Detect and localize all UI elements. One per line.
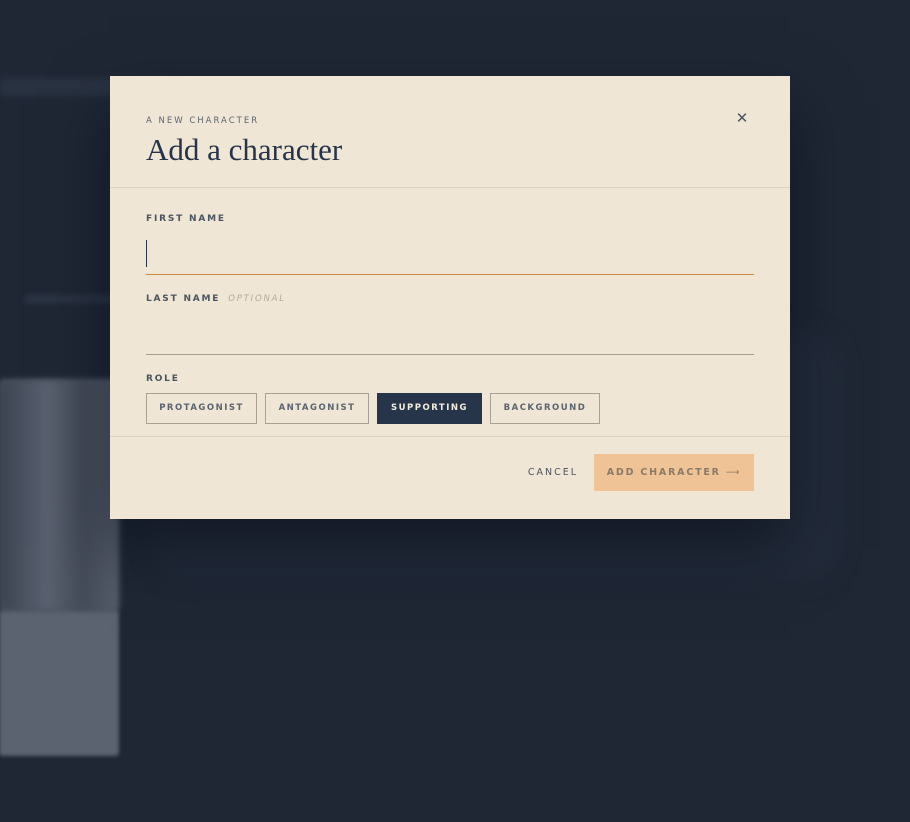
arrow-right-icon: ⟶ [725,467,742,478]
last-name-label: LAST NAME OPTIONAL [146,294,286,304]
close-icon: ✕ [735,109,749,127]
first-name-label: FIRST NAME [146,214,226,224]
add-character-button[interactable]: ADD CHARACTER ⟶ [594,454,754,491]
add-character-modal: A NEW CHARACTER Add a character ✕ FIRST … [110,76,790,519]
last-name-input[interactable] [146,315,754,355]
background-character-info [0,612,118,755]
modal-title: Add a character [146,132,343,167]
modal-footer: CANCEL ADD CHARACTER ⟶ [110,436,790,520]
text-caret [146,240,147,267]
role-selector: PROTAGONIST ANTAGONIST SUPPORTING BACKGROUN… [146,393,608,424]
last-name-label-text: LAST NAME [146,294,221,304]
first-name-label-text: FIRST NAME [146,214,226,224]
role-option-background[interactable]: BACKGROUND [490,393,600,424]
modal-header: A NEW CHARACTER Add a character ✕ [110,76,790,188]
role-option-protagonist[interactable]: PROTAGONIST [146,393,257,424]
optional-hint: OPTIONAL [228,294,286,304]
role-label-text: ROLE [146,374,180,384]
role-option-supporting[interactable]: SUPPORTING [377,393,482,424]
modal-eyebrow: A NEW CHARACTER [146,116,260,126]
first-name-input[interactable] [146,235,754,275]
role-option-antagonist[interactable]: ANTAGONIST [265,393,369,424]
role-label: ROLE [146,374,180,384]
background-character-image [0,380,118,610]
close-button[interactable]: ✕ [732,108,752,128]
add-character-label: ADD CHARACTER [606,467,721,478]
cancel-button[interactable]: CANCEL [518,454,588,491]
